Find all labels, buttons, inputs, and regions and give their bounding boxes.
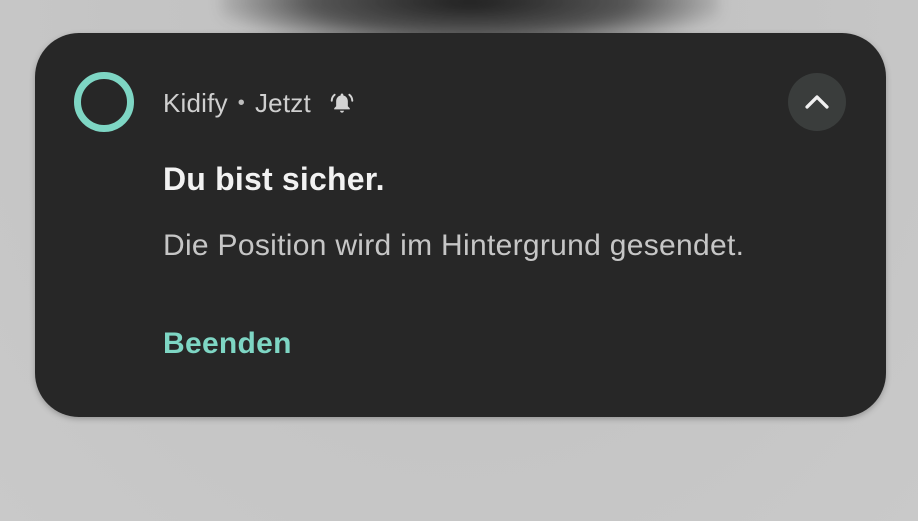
notification-text: Die Position wird im Hintergrund gesende… bbox=[163, 229, 745, 262]
stop-button[interactable]: Beenden bbox=[163, 327, 292, 361]
chevron-up-icon bbox=[805, 95, 829, 109]
header-separator: • bbox=[237, 91, 245, 114]
expand-button[interactable] bbox=[788, 73, 846, 131]
app-name: Kidify bbox=[163, 87, 228, 118]
notification-card[interactable]: Kidify • Jetzt Du bist sicher. Die Posit… bbox=[35, 33, 886, 417]
notification-header: Kidify • Jetzt bbox=[163, 85, 355, 121]
bell-icon bbox=[329, 90, 355, 116]
notification-time: Jetzt bbox=[254, 87, 311, 118]
ring-icon bbox=[74, 72, 134, 132]
notification-title: Du bist sicher. bbox=[163, 161, 385, 197]
